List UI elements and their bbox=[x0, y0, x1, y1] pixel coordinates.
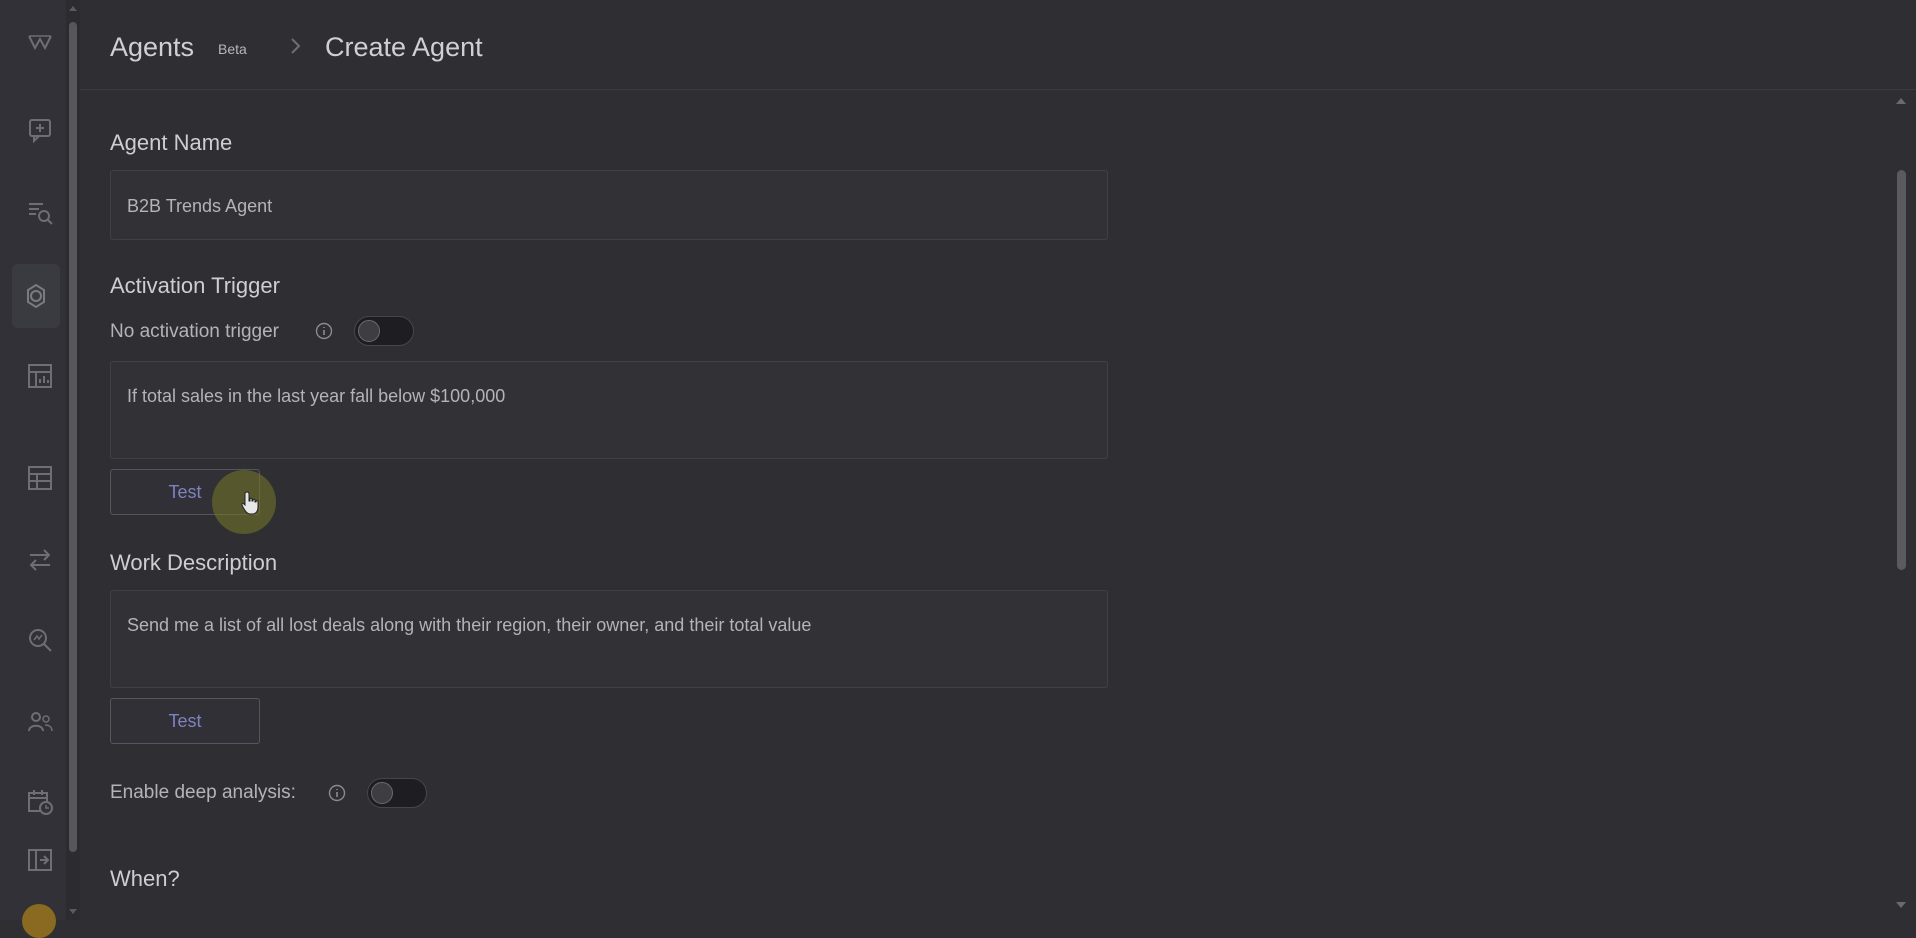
sidebar-rail bbox=[0, 0, 66, 938]
work-description-label: Work Description bbox=[110, 550, 278, 575]
sidebar-scrollbar[interactable] bbox=[66, 0, 80, 920]
info-icon[interactable] bbox=[328, 784, 346, 802]
main-scroll-down-icon[interactable] bbox=[1896, 902, 1906, 908]
breadcrumb: Agents Beta Create Agent bbox=[80, 0, 1916, 90]
no-activation-trigger-label: No activation trigger bbox=[110, 321, 279, 342]
beta-badge: Beta bbox=[218, 41, 247, 57]
when-label: When? bbox=[110, 866, 180, 891]
sidebar-scroll-thumb[interactable] bbox=[69, 22, 77, 852]
exit-panel-icon[interactable] bbox=[20, 840, 60, 880]
toggle-knob bbox=[358, 320, 380, 342]
info-icon[interactable] bbox=[315, 322, 333, 340]
logo-icon[interactable] bbox=[20, 22, 60, 62]
deep-analysis-label: Enable deep analysis: bbox=[110, 782, 296, 803]
activation-trigger-label: Activation Trigger bbox=[110, 273, 280, 298]
chat-plus-icon[interactable] bbox=[20, 110, 60, 150]
agent-name-label: Agent Name bbox=[110, 130, 233, 155]
agent-gear-icon[interactable] bbox=[12, 264, 60, 328]
main-scrollbar[interactable] bbox=[1886, 90, 1916, 920]
page-title: Create Agent bbox=[325, 32, 483, 62]
report-chart-icon[interactable] bbox=[20, 356, 60, 396]
toggle-knob bbox=[371, 782, 393, 804]
avatar[interactable] bbox=[22, 904, 56, 938]
sidebar-scroll-down-icon[interactable] bbox=[69, 909, 77, 914]
breadcrumb-agents-link[interactable]: Agents bbox=[110, 32, 194, 63]
main-scroll-thumb[interactable] bbox=[1897, 170, 1906, 570]
work-description-test-button[interactable]: Test bbox=[110, 698, 260, 744]
no-activation-trigger-toggle[interactable] bbox=[354, 316, 414, 346]
main-scroll-up-icon[interactable] bbox=[1896, 98, 1906, 104]
calendar-clock-icon[interactable] bbox=[20, 782, 60, 822]
deep-analysis-toggle[interactable] bbox=[367, 778, 427, 808]
table-icon[interactable] bbox=[20, 458, 60, 498]
activation-trigger-input[interactable]: If total sales in the last year fall bel… bbox=[110, 361, 1108, 459]
users-icon[interactable] bbox=[20, 702, 60, 742]
agent-name-input[interactable]: B2B Trends Agent bbox=[110, 170, 1108, 240]
chevron-right-icon bbox=[291, 38, 301, 54]
search-analytics-icon[interactable] bbox=[20, 620, 60, 660]
sidebar-scroll-up-icon[interactable] bbox=[69, 6, 77, 11]
work-description-input[interactable]: Send me a list of all lost deals along w… bbox=[110, 590, 1108, 688]
hand-cursor-icon bbox=[241, 491, 259, 515]
transfer-arrows-icon[interactable] bbox=[20, 540, 60, 580]
list-search-icon[interactable] bbox=[20, 192, 60, 232]
